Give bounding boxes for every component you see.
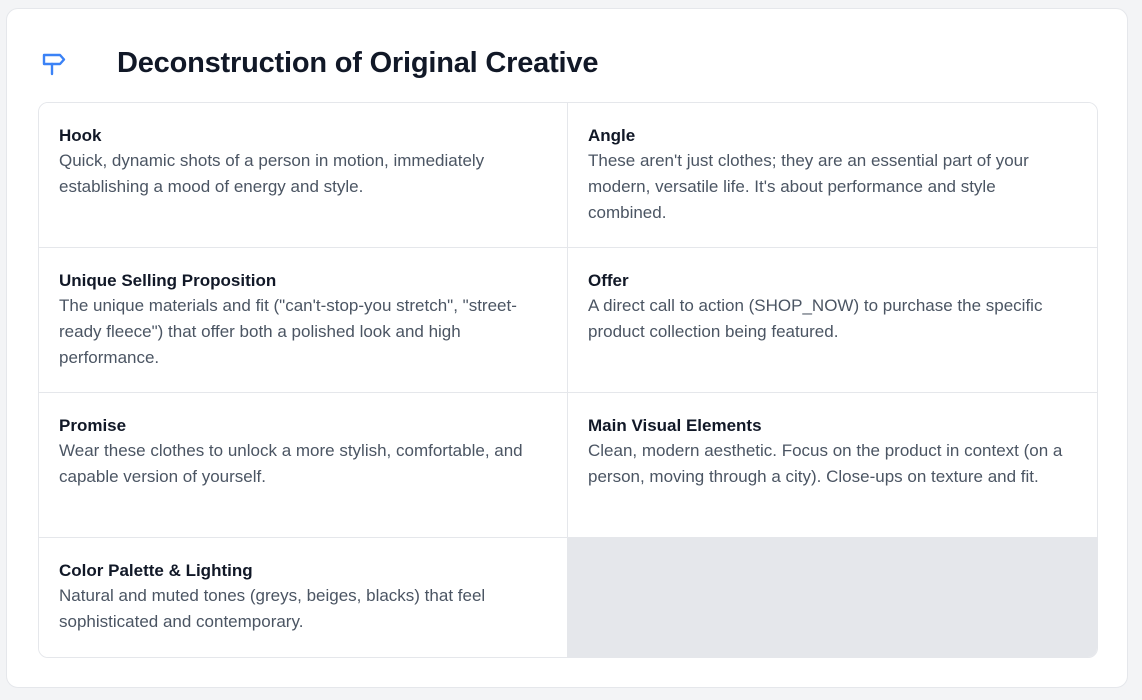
section-body: The unique materials and fit ("can't-sto… xyxy=(59,296,517,367)
section-main-visual-elements: Main Visual Elements Clean, modern aesth… xyxy=(568,393,1097,538)
empty-cell xyxy=(568,538,1097,657)
section-title: Angle xyxy=(588,126,636,145)
section-body: A direct call to action (SHOP_NOW) to pu… xyxy=(588,296,1043,341)
section-title: Offer xyxy=(588,271,629,290)
section-hook: Hook Quick, dynamic shots of a person in… xyxy=(39,103,568,248)
section-title: Hook xyxy=(59,126,102,145)
deconstruction-card: Deconstruction of Original Creative Hook… xyxy=(6,8,1128,688)
section-title: Main Visual Elements xyxy=(588,416,762,435)
section-unique-selling-proposition: Unique Selling Proposition The unique ma… xyxy=(39,248,568,393)
section-body: Quick, dynamic shots of a person in moti… xyxy=(59,151,485,196)
page-title: Deconstruction of Original Creative xyxy=(117,46,599,79)
section-promise: Promise Wear these clothes to unlock a m… xyxy=(39,393,568,538)
section-angle: Angle These aren't just clothes; they ar… xyxy=(568,103,1097,248)
section-offer: Offer A direct call to action (SHOP_NOW)… xyxy=(568,248,1097,393)
card-header: Deconstruction of Original Creative xyxy=(39,43,598,83)
section-title: Unique Selling Proposition xyxy=(59,271,277,290)
section-body: Natural and muted tones (greys, beiges, … xyxy=(59,586,486,631)
section-title: Promise xyxy=(59,416,127,435)
section-body: These aren't just clothes; they are an e… xyxy=(588,151,1029,222)
section-body: Wear these clothes to unlock a more styl… xyxy=(59,441,523,486)
section-color-palette-lighting: Color Palette & Lighting Natural and mut… xyxy=(39,538,568,657)
sections-grid: Hook Quick, dynamic shots of a person in… xyxy=(38,102,1098,658)
section-title: Color Palette & Lighting xyxy=(59,561,253,580)
section-body: Clean, modern aesthetic. Focus on the pr… xyxy=(588,441,1063,486)
signpost-icon xyxy=(39,48,69,78)
